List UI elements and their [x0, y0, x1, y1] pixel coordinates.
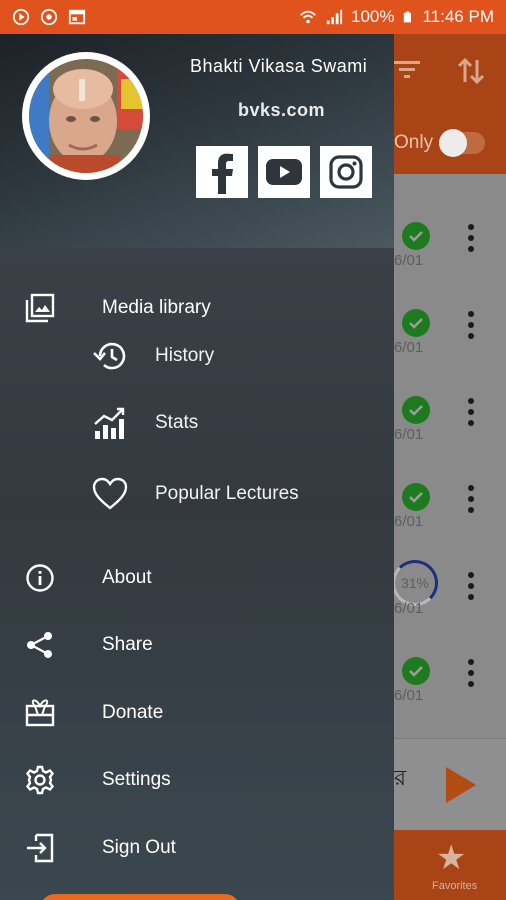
menu-label-media-library: Media library — [102, 297, 211, 318]
social-links — [196, 146, 372, 198]
list-item: 6/01 — [394, 455, 506, 542]
list-item: 6/01 — [394, 629, 506, 716]
profile-name: Bhakti Vikasa Swami — [190, 56, 368, 76]
check-icon — [402, 309, 430, 337]
more-vert-icon — [468, 572, 474, 605]
menu-item-about[interactable]: About — [0, 552, 394, 604]
wifi-icon — [300, 10, 316, 24]
background-app-bar: Only — [394, 34, 506, 174]
status-time: 11:46 PM — [422, 7, 494, 26]
filter-icon — [394, 61, 420, 78]
avatar[interactable] — [22, 52, 150, 180]
signal-icon — [326, 9, 343, 25]
menu-label-settings: Settings — [102, 769, 171, 790]
menu-item-sign-out[interactable]: Sign Out — [0, 822, 394, 874]
list-item: 31% 6/01 — [392, 542, 506, 629]
check-icon — [402, 657, 430, 685]
gift-card-icon — [24, 697, 56, 729]
menu-item-popular-lectures[interactable]: Popular Lectures — [0, 468, 394, 520]
more-vert-icon — [468, 659, 474, 692]
history-icon — [92, 338, 128, 374]
heart-icon — [92, 476, 128, 512]
star-icon: ★ — [436, 839, 467, 877]
play-icon — [446, 767, 476, 803]
donate-banner-button[interactable] — [40, 894, 240, 900]
info-icon — [24, 562, 56, 594]
menu-item-share[interactable]: Share — [0, 619, 394, 671]
share-icon — [24, 629, 56, 661]
background-app: Only 6/01 6/01 6/01 6/01 31% 6/01 6/01 র… — [392, 34, 506, 900]
bottom-nav: ★ Favorites — [394, 830, 506, 900]
menu-label-about: About — [102, 567, 152, 588]
list-item: 6/01 — [394, 281, 506, 368]
battery-percent: 100% — [351, 7, 395, 26]
menu-label-popular-lectures: Popular Lectures — [155, 483, 299, 504]
facebook-button[interactable] — [196, 146, 248, 198]
instagram-icon — [329, 155, 363, 189]
menu-item-media-library[interactable]: Media library — [0, 282, 394, 334]
window-icon — [68, 9, 86, 25]
more-vert-icon — [468, 398, 474, 431]
sign-out-icon — [24, 832, 56, 864]
nav-favorites-label: Favorites — [432, 880, 478, 892]
youtube-icon — [266, 159, 302, 185]
navigation-drawer: Bhakti Vikasa Swami bvks.com Media libra… — [0, 34, 394, 900]
menu-label-stats: Stats — [155, 412, 199, 433]
menu-item-settings[interactable]: Settings — [0, 754, 394, 806]
status-bar: 100% 11:46 PM — [0, 0, 506, 34]
menu-label-history: History — [155, 345, 215, 366]
check-icon — [402, 483, 430, 511]
drawer-header: Bhakti Vikasa Swami bvks.com — [0, 34, 394, 248]
stats-icon — [92, 405, 128, 441]
mini-player-title: র — [394, 765, 407, 790]
menu-item-history[interactable]: History — [0, 330, 394, 382]
menu-item-stats[interactable]: Stats — [0, 397, 394, 449]
more-vert-icon — [468, 485, 474, 518]
photo-library-icon — [24, 292, 56, 324]
list-item: 6/01 — [394, 194, 506, 281]
youtube-button[interactable] — [258, 146, 310, 198]
more-vert-icon — [468, 224, 474, 257]
more-vert-icon — [468, 311, 474, 344]
sort-icon — [457, 57, 485, 85]
play-circle-icon — [12, 8, 30, 26]
list-item: 6/01 — [394, 368, 506, 455]
menu-label-donate: Donate — [102, 702, 164, 723]
lecture-list: 6/01 6/01 6/01 6/01 31% 6/01 6/01 — [392, 174, 506, 744]
instagram-button[interactable] — [320, 146, 372, 198]
downloaded-only-toggle: Only — [394, 129, 486, 157]
battery-icon — [404, 11, 412, 23]
avatar-image — [29, 59, 143, 173]
profile-website-link[interactable]: bvks.com — [238, 100, 325, 121]
toggle-switch — [439, 129, 486, 157]
gear-icon — [24, 764, 56, 796]
menu-item-donate[interactable]: Donate — [0, 687, 394, 739]
facebook-icon — [212, 153, 233, 194]
mini-player: র — [394, 738, 506, 830]
menu-label-sign-out: Sign Out — [102, 837, 176, 858]
sync-icon — [40, 8, 58, 26]
check-icon — [402, 222, 430, 250]
check-icon — [402, 396, 430, 424]
menu-label-share: Share — [102, 634, 153, 655]
